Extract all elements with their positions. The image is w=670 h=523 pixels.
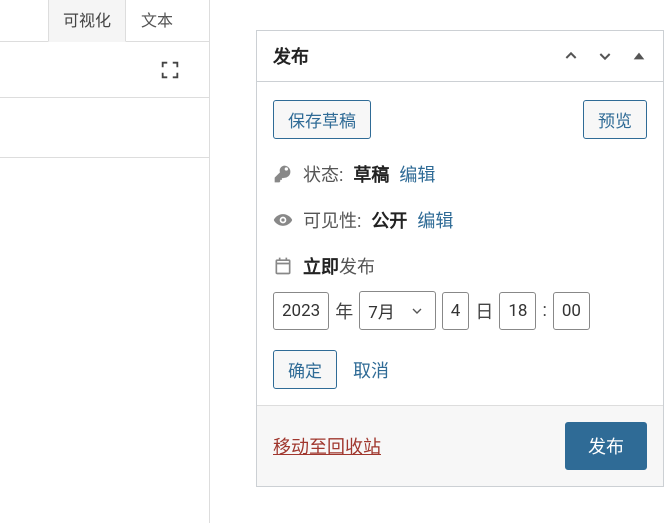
editor-toolbar	[0, 42, 209, 98]
publish-metabox: 发布 保存草稿 预览 状态	[256, 30, 664, 487]
date-fields: 2023 年 7月 4 日 18 : 00	[273, 291, 647, 330]
toggle-panel-icon[interactable]	[631, 48, 647, 64]
year-suffix: 年	[335, 298, 353, 324]
eye-icon	[273, 210, 293, 230]
editor-body[interactable]	[0, 98, 209, 158]
visibility-label: 可见性:	[303, 207, 361, 233]
month-select[interactable]: 7月	[359, 291, 436, 330]
tab-text[interactable]: 文本	[126, 0, 188, 41]
preview-button[interactable]: 预览	[583, 100, 647, 139]
save-draft-button[interactable]: 保存草稿	[273, 100, 371, 139]
ok-button[interactable]: 确定	[273, 350, 337, 389]
visibility-value: 公开	[371, 207, 407, 233]
time-colon: :	[542, 300, 546, 321]
visibility-edit-link[interactable]: 编辑	[417, 207, 453, 233]
editor-tabs: 可视化 文本	[0, 0, 209, 42]
trash-link[interactable]: 移动至回收站	[273, 433, 381, 459]
day-suffix: 日	[475, 298, 493, 324]
minute-input[interactable]: 00	[553, 292, 590, 330]
year-input[interactable]: 2023	[273, 292, 329, 330]
hour-input[interactable]: 18	[499, 292, 536, 330]
month-value: 7月	[368, 298, 395, 323]
calendar-icon	[273, 256, 293, 276]
schedule-immediate: 立即	[303, 257, 339, 278]
visibility-row: 可见性: 公开 编辑	[273, 207, 647, 233]
move-up-icon[interactable]	[563, 48, 579, 64]
schedule-publish-word: 发布	[339, 257, 375, 278]
publish-footer: 移动至回收站 发布	[257, 405, 663, 486]
fullscreen-icon[interactable]	[159, 59, 181, 81]
status-value: 草稿	[353, 161, 389, 187]
chevron-down-icon	[409, 303, 425, 319]
status-label: 状态:	[303, 161, 343, 187]
publish-header: 发布	[257, 31, 663, 82]
day-input[interactable]: 4	[442, 292, 470, 330]
publish-title: 发布	[273, 43, 309, 69]
move-down-icon[interactable]	[597, 48, 613, 64]
status-edit-link[interactable]: 编辑	[399, 161, 435, 187]
key-icon	[273, 164, 293, 184]
status-row: 状态: 草稿 编辑	[273, 161, 647, 187]
tab-visual[interactable]: 可视化	[48, 0, 126, 42]
schedule-row: 立即发布	[273, 253, 647, 279]
publish-button[interactable]: 发布	[565, 422, 647, 470]
cancel-link[interactable]: 取消	[353, 357, 389, 383]
